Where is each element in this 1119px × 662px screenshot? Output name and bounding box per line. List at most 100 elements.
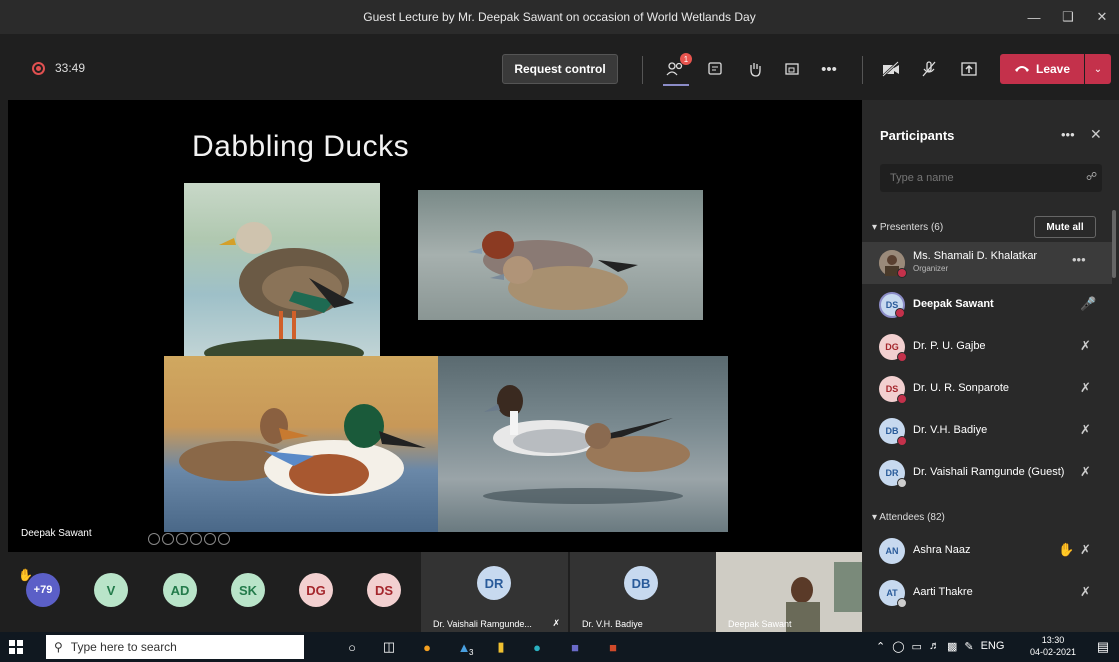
slides-grid-icon[interactable] — [190, 533, 202, 545]
participant-avatar[interactable]: DS — [367, 573, 401, 607]
presence-away-icon — [897, 598, 907, 608]
notifications-icon[interactable]: ▤ — [1094, 638, 1112, 656]
leave-dropdown-chevron-icon[interactable]: ⌄ — [1085, 54, 1111, 84]
windows-start-icon[interactable] — [9, 640, 23, 654]
avatar: DG — [879, 334, 907, 362]
tile-label: Dr. Vaishali Ramgunde... — [433, 619, 532, 629]
mic-off-icon: ✗ — [1080, 338, 1091, 353]
participant-avatar[interactable]: DG — [299, 573, 333, 607]
powerpoint-icon[interactable]: ■ — [604, 638, 622, 656]
wigeon-photo — [418, 190, 703, 320]
video-tile[interactable]: Deepak Sawant — [716, 552, 862, 632]
presence-busy-icon — [897, 268, 907, 278]
volume-icon[interactable]: ♬ — [929, 640, 940, 653]
mic-off-icon: ✗ — [1080, 422, 1091, 437]
raise-hand-icon[interactable] — [744, 58, 766, 80]
prev-slide-icon[interactable] — [148, 533, 160, 545]
participant-name: Dr. V.H. Badiye — [913, 424, 988, 436]
mic-off-icon: ✗ — [1080, 542, 1091, 557]
participant-row[interactable]: DB Dr. V.H. Badiye ✗ — [862, 410, 1112, 452]
close-icon[interactable]: ✕ — [1085, 0, 1119, 34]
avatar-initials: DS — [374, 582, 394, 598]
avatar: AN — [879, 538, 905, 564]
system-tray: ⌃ ◯ ▭ ♬ ▩ ✎ ENG — [876, 640, 1004, 653]
mic-off-icon: ✗ — [1080, 584, 1091, 599]
participant-tile[interactable]: DB Dr. V.H. Badiye — [570, 552, 716, 632]
battery-icon[interactable]: ▩ — [947, 640, 957, 653]
minimize-icon[interactable]: — — [1017, 0, 1051, 34]
avatar-initials: DB — [885, 426, 899, 436]
leave-label: Leave — [1035, 62, 1071, 76]
more-options-icon[interactable]: ••• — [1072, 252, 1086, 267]
shared-content-stage: Dabbling Ducks Deepak Sawant — [8, 100, 862, 552]
zoom-icon[interactable] — [204, 533, 216, 545]
meet-now-icon[interactable]: ◯ — [892, 640, 904, 653]
attendees-header[interactable]: ▾ Attendees (82) — [872, 512, 945, 523]
participant-name: Aarti Thakre — [913, 586, 973, 598]
participants-panel: Participants ••• ✕ ☍ ▾ Presenters (6) Mu… — [862, 100, 1119, 632]
raised-hand-icon: ✋ — [18, 568, 33, 582]
camera-off-icon[interactable] — [880, 58, 902, 80]
spot-billed-duck-photo — [184, 183, 380, 369]
taskbar-search-box[interactable]: ⚲ Type here to search — [46, 635, 304, 659]
teams-icon[interactable]: ■ — [566, 638, 584, 656]
language-indicator[interactable]: ENG — [981, 640, 1005, 653]
panel-scrollbar[interactable] — [1112, 210, 1116, 278]
avatar: DS — [879, 376, 907, 404]
pen-workspace-icon[interactable]: ✎ — [964, 640, 973, 653]
more-actions-icon[interactable]: ••• — [818, 58, 840, 80]
restore-icon[interactable]: ❑ — [1051, 0, 1085, 34]
share-invite-icon[interactable]: ☍ — [1086, 170, 1097, 183]
mute-all-button[interactable]: Mute all — [1034, 216, 1096, 238]
participant-avatar[interactable]: AD — [163, 573, 197, 607]
participant-name: Ashra Naaz — [913, 544, 971, 556]
more-options-icon[interactable] — [218, 533, 230, 545]
participant-search-input[interactable] — [880, 164, 1102, 192]
mic-off-icon: ✗ — [1080, 380, 1091, 395]
participant-row[interactable]: AN Ashra Naaz ✋ ✗ — [862, 530, 1112, 572]
rooms-icon[interactable] — [781, 58, 803, 80]
mic-off-icon[interactable] — [918, 58, 940, 80]
participant-row[interactable]: Ms. Shamali D. Khalatkar Organizer ••• — [862, 242, 1112, 284]
presence-busy-icon — [897, 394, 907, 404]
taskbar-clock[interactable]: 13:30 04-02-2021 — [1030, 634, 1076, 658]
participant-avatar[interactable]: V — [94, 573, 128, 607]
file-explorer-icon[interactable]: ▮ — [492, 638, 510, 656]
chat-icon[interactable] — [704, 58, 726, 80]
presenters-header[interactable]: ▾ Presenters (6) — [872, 222, 943, 233]
avatar-initials: SK — [238, 582, 258, 598]
share-screen-icon[interactable] — [958, 58, 980, 80]
request-control-button[interactable]: Request control — [502, 54, 618, 84]
leave-button[interactable]: Leave — [1000, 54, 1084, 84]
participant-row[interactable]: DS Dr. U. R. Sonparote ✗ — [862, 368, 1112, 410]
avatar: AT — [879, 580, 907, 608]
cortana-icon[interactable]: ○ — [343, 638, 361, 656]
avatar: DS — [879, 292, 905, 318]
firefox-icon[interactable]: ● — [418, 638, 436, 656]
panel-close-icon[interactable]: ✕ — [1090, 126, 1102, 143]
next-slide-icon[interactable] — [162, 533, 174, 545]
participant-name: Ms. Shamali D. Khalatkar — [913, 250, 1038, 262]
participant-row[interactable]: DG Dr. P. U. Gajbe ✗ — [862, 326, 1112, 368]
search-icon: ⚲ — [54, 640, 63, 654]
presence-away-icon — [897, 478, 907, 488]
pen-icon[interactable] — [176, 533, 188, 545]
participant-row[interactable]: DR Dr. Vaishali Ramgunde (Guest) ✗ — [862, 452, 1112, 494]
task-view-icon[interactable]: ◫ — [380, 638, 398, 656]
participant-avatar[interactable]: SK — [231, 573, 265, 607]
edge-badge: 3 — [469, 648, 474, 657]
chevron-up-icon[interactable]: ⌃ — [876, 640, 885, 653]
chrome-icon[interactable]: ● — [528, 638, 546, 656]
window-controls: — ❑ ✕ — [1017, 0, 1119, 34]
clock-date: 04-02-2021 — [1030, 647, 1077, 657]
network-icon[interactable]: ▭ — [912, 640, 922, 653]
participant-tile[interactable]: DR Dr. Vaishali Ramgunde... ✗ — [421, 552, 568, 632]
participant-row[interactable]: AT Aarti Thakre ✗ — [862, 572, 1112, 614]
meeting-toolbar: 33:49 Request control 1 ••• Leave ⌄ — [0, 44, 1119, 96]
taskbar-search-placeholder: Type here to search — [70, 640, 177, 654]
tile-label: Dr. V.H. Badiye — [582, 619, 643, 629]
panel-more-icon[interactable]: ••• — [1061, 127, 1075, 142]
attendees-header-label: Attendees (82) — [879, 512, 945, 523]
toolbar-divider — [862, 56, 863, 84]
participant-row[interactable]: DS Deepak Sawant 🎤 — [862, 284, 1112, 326]
